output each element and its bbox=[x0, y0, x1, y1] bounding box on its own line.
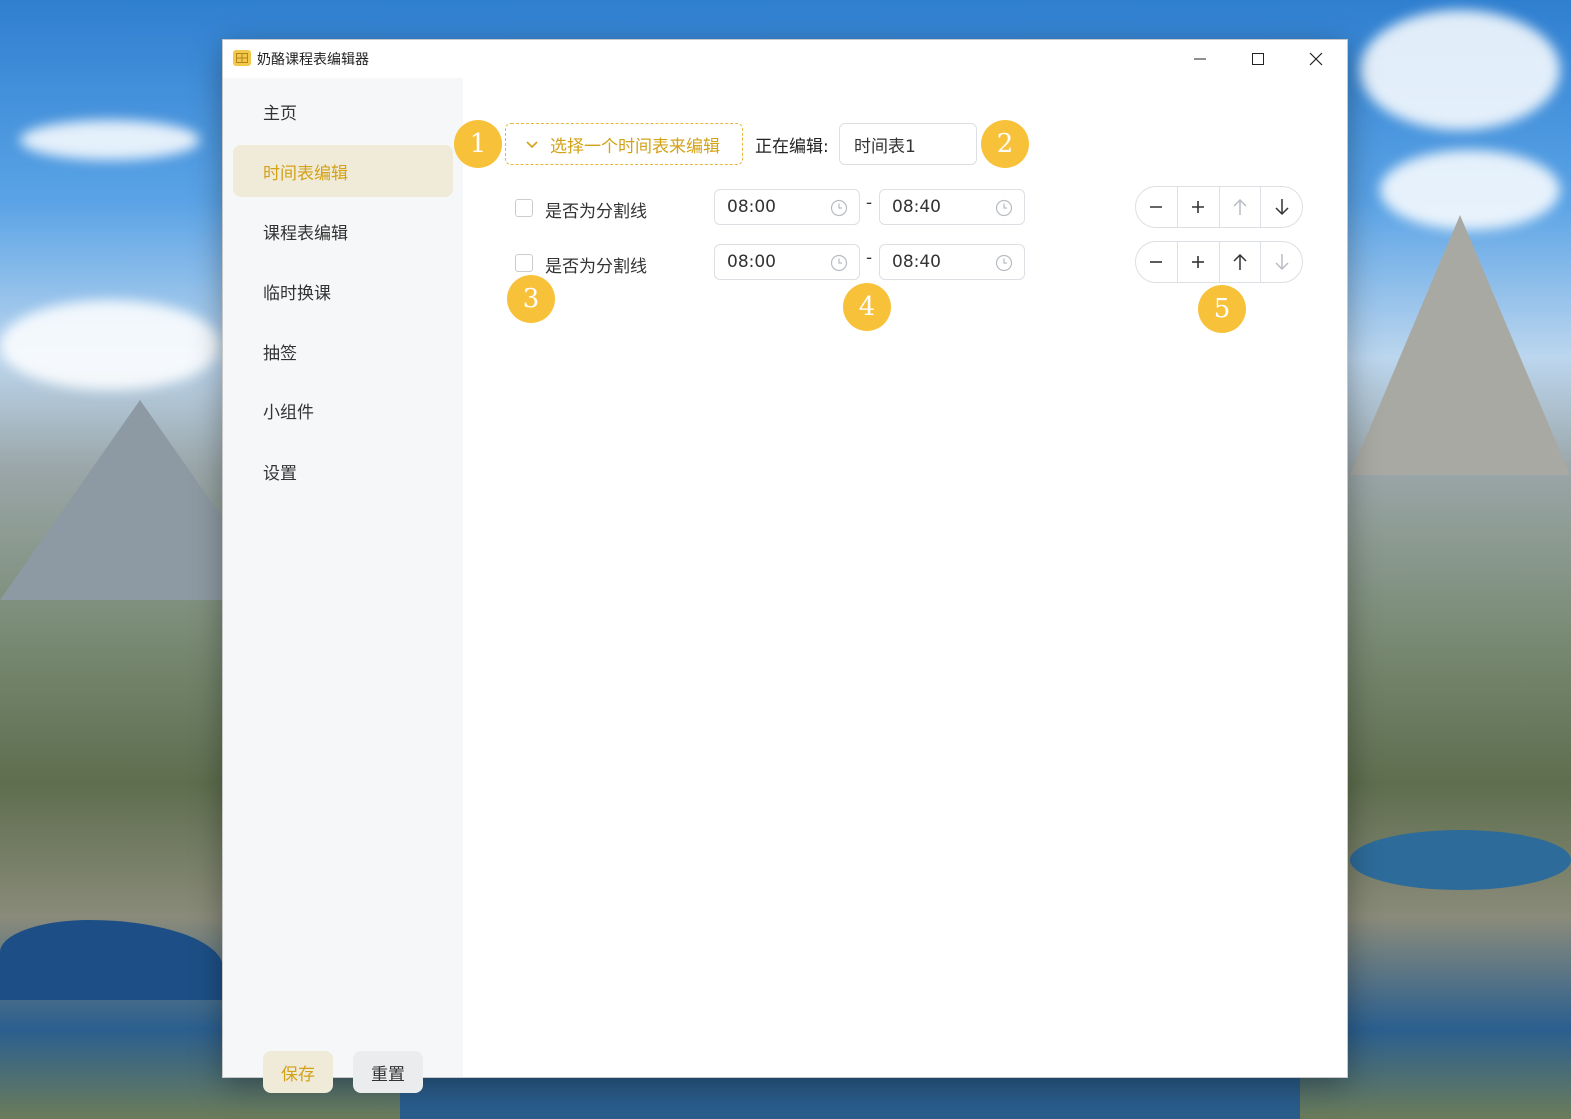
move-up-button[interactable] bbox=[1220, 242, 1262, 282]
time-row: 是否为分割线 08:00 - 08:40 bbox=[463, 241, 1347, 284]
app-icon bbox=[233, 50, 251, 66]
arrow-down-icon bbox=[1275, 199, 1289, 216]
sidebar-item-widgets[interactable]: 小组件 bbox=[233, 384, 453, 436]
end-time-picker[interactable]: 08:40 bbox=[879, 244, 1025, 280]
editing-label: 正在编辑: bbox=[755, 137, 829, 157]
plus-icon bbox=[1192, 256, 1205, 268]
sidebar-item-label: 主页 bbox=[263, 103, 297, 124]
maximize-icon bbox=[1252, 53, 1264, 65]
callout-badge-4: 4 bbox=[843, 283, 891, 331]
sidebar-item-settings[interactable]: 设置 bbox=[233, 445, 453, 497]
sidebar-item-label: 小组件 bbox=[263, 402, 314, 423]
timetable-select-dropdown[interactable]: 选择一个时间表来编辑 bbox=[505, 123, 743, 165]
save-button[interactable]: 保存 bbox=[263, 1051, 333, 1093]
sidebar-item-label: 临时换课 bbox=[263, 283, 331, 304]
callout-badge-2: 2 bbox=[981, 120, 1029, 168]
divider-checkbox-label: 是否为分割线 bbox=[545, 202, 647, 222]
sidebar-item-label: 时间表编辑 bbox=[263, 163, 348, 184]
select-placeholder: 选择一个时间表来编辑 bbox=[550, 136, 720, 157]
add-row-button[interactable] bbox=[1178, 187, 1220, 227]
remove-row-button[interactable] bbox=[1136, 242, 1178, 282]
sidebar-item-temp-swap[interactable]: 临时换课 bbox=[233, 265, 453, 317]
close-button[interactable] bbox=[1287, 40, 1345, 78]
minus-icon bbox=[1150, 261, 1163, 263]
minimize-button[interactable] bbox=[1171, 40, 1229, 78]
minimize-icon bbox=[1194, 58, 1206, 60]
arrow-up-icon bbox=[1233, 198, 1247, 215]
app-window: 奶酪课程表编辑器 主页 时间表编辑 课程表编辑 临时换课 抽签 小组件 设置 保… bbox=[223, 40, 1347, 1093]
plus-icon bbox=[1192, 201, 1205, 213]
arrow-down-icon bbox=[1275, 254, 1289, 271]
move-down-button[interactable] bbox=[1261, 242, 1302, 282]
close-icon bbox=[1309, 52, 1323, 66]
start-time-value: 08:00 bbox=[727, 197, 776, 217]
callout-badge-5: 5 bbox=[1198, 285, 1246, 333]
sidebar-item-draw-lots[interactable]: 抽签 bbox=[233, 325, 453, 377]
sidebar-item-label: 设置 bbox=[263, 463, 297, 484]
timetable-name-input[interactable] bbox=[839, 123, 977, 165]
clock-icon bbox=[830, 199, 848, 217]
sidebar-item-label: 课程表编辑 bbox=[263, 223, 348, 244]
sidebar-item-schedule-edit[interactable]: 课程表编辑 bbox=[233, 205, 453, 257]
time-range-separator: - bbox=[866, 193, 873, 213]
divider-checkbox-label: 是否为分割线 bbox=[545, 257, 647, 277]
move-up-button[interactable] bbox=[1220, 187, 1262, 227]
minus-icon bbox=[1150, 206, 1163, 208]
maximize-button[interactable] bbox=[1229, 40, 1287, 78]
clock-icon bbox=[830, 254, 848, 272]
row-action-group bbox=[1135, 241, 1303, 283]
start-time-value: 08:00 bbox=[727, 252, 776, 272]
sidebar: 主页 时间表编辑 课程表编辑 临时换课 抽签 小组件 设置 保存 重置 bbox=[223, 78, 463, 1093]
divider-checkbox[interactable] bbox=[515, 199, 533, 217]
end-time-value: 08:40 bbox=[892, 197, 941, 217]
time-range-separator: - bbox=[866, 248, 873, 268]
sidebar-item-timetable-edit[interactable]: 时间表编辑 bbox=[233, 145, 453, 197]
row-action-group bbox=[1135, 186, 1303, 228]
clock-icon bbox=[995, 254, 1013, 272]
move-down-button[interactable] bbox=[1261, 187, 1302, 227]
sidebar-item-label: 抽签 bbox=[263, 343, 297, 364]
end-time-value: 08:40 bbox=[892, 252, 941, 272]
add-row-button[interactable] bbox=[1178, 242, 1220, 282]
callout-badge-1: 1 bbox=[454, 120, 502, 168]
end-time-picker[interactable]: 08:40 bbox=[879, 189, 1025, 225]
time-row: 是否为分割线 08:00 - 08:40 bbox=[463, 186, 1347, 229]
start-time-picker[interactable]: 08:00 bbox=[714, 189, 860, 225]
chevron-down-icon bbox=[526, 134, 538, 154]
title-bar: 奶酪课程表编辑器 bbox=[223, 40, 1347, 78]
sidebar-item-home[interactable]: 主页 bbox=[233, 85, 453, 137]
arrow-up-icon bbox=[1233, 253, 1247, 270]
callout-badge-3: 3 bbox=[507, 275, 555, 323]
divider-checkbox[interactable] bbox=[515, 254, 533, 272]
start-time-picker[interactable]: 08:00 bbox=[714, 244, 860, 280]
editor-panel: 选择一个时间表来编辑 正在编辑: 是否为分割线 08:00 - 08:40 bbox=[463, 78, 1347, 1077]
remove-row-button[interactable] bbox=[1136, 187, 1178, 227]
reset-button[interactable]: 重置 bbox=[353, 1051, 423, 1093]
window-title: 奶酪课程表编辑器 bbox=[257, 52, 369, 68]
clock-icon bbox=[995, 199, 1013, 217]
